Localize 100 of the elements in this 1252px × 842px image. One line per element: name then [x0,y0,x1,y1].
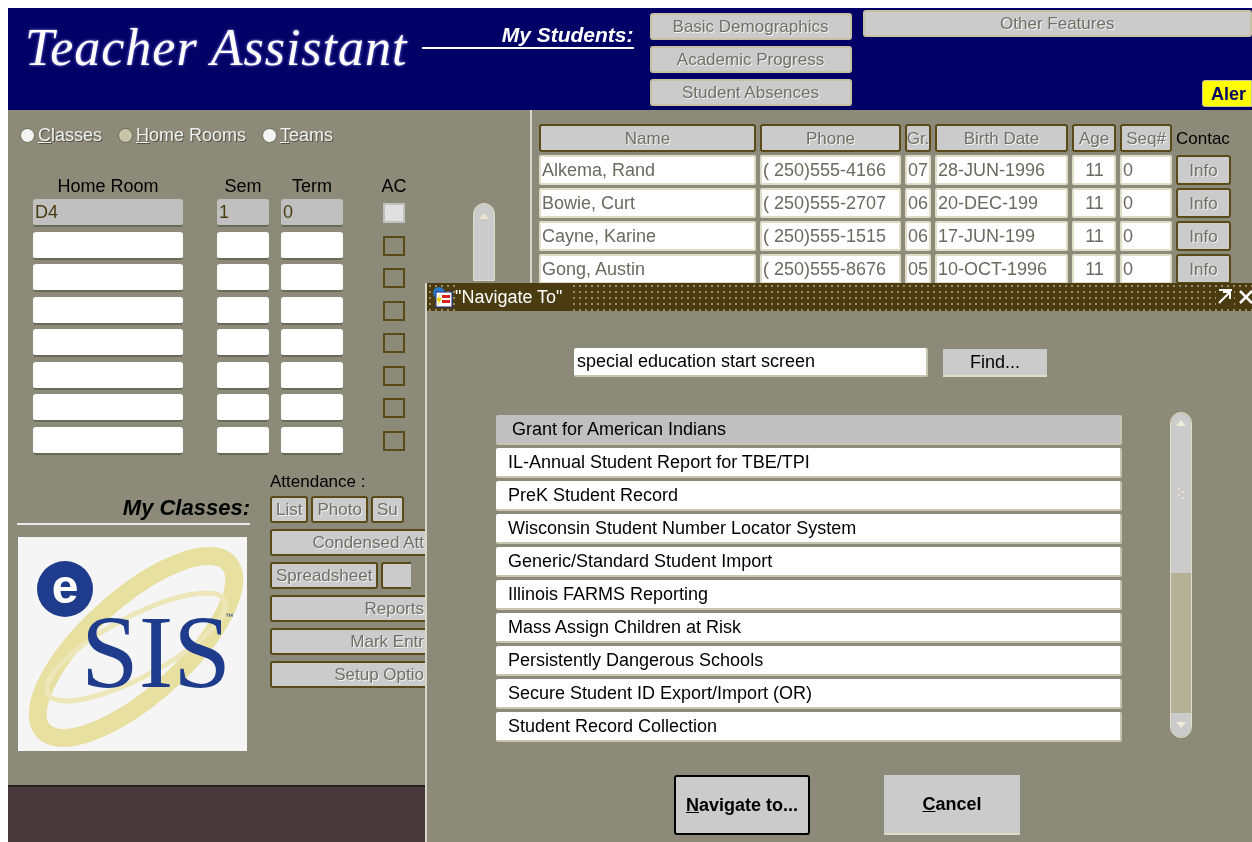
radio-label[interactable]: Teams [280,122,334,149]
list-item[interactable]: Mass Assign Children at Risk [496,613,1122,643]
table-cell: 20-DEC-199 [935,188,1068,218]
radio-label[interactable]: Home Rooms [136,122,247,149]
checkbox[interactable] [383,268,405,288]
column-header[interactable]: Seq# [1120,124,1172,152]
list-item[interactable]: IL-Annual Student Report for TBE/TPI [496,448,1122,478]
checkbox[interactable] [383,333,405,353]
table-cell: 17-JUN-199 [935,221,1068,251]
radio-button[interactable] [262,128,278,143]
input-field[interactable]: 0 [281,199,343,227]
find-button[interactable]: Find... [943,348,1047,377]
input-field[interactable] [33,231,183,260]
input-field[interactable] [33,394,183,422]
column-header[interactable]: Name [539,124,756,152]
table-cell: ( 250)555-8676 [760,254,901,284]
checkbox[interactable] [383,430,405,451]
input-field[interactable] [217,264,269,292]
table-cell: 10-OCT-1996 [935,254,1068,284]
attendance-button[interactable]: Photo [311,495,368,523]
column-header: AC [381,177,407,195]
attendance-button[interactable]: Spreadsheet [270,561,379,589]
checkbox[interactable] [383,365,405,386]
input-field[interactable]: 1 [217,199,269,227]
attendance-button[interactable]: Condensed Att [270,528,425,556]
input-field[interactable] [281,264,343,292]
input-field[interactable] [281,329,343,357]
input-field[interactable] [33,426,183,455]
attendance-button[interactable] [381,561,412,589]
input-field[interactable] [33,329,183,357]
table-cell: Cayne, Karine [539,221,756,251]
search-field[interactable]: special education start screen [574,348,928,377]
info-button[interactable]: Info [1176,254,1231,284]
info-button[interactable]: Info [1176,221,1231,251]
app-icon [431,286,453,308]
input-field[interactable] [217,394,269,422]
table-cell: 28-JUN-1996 [935,155,1068,185]
list-item[interactable]: Wisconsin Student Number Locator System [496,514,1122,544]
radio-button[interactable] [20,128,35,143]
checkbox[interactable] [383,398,405,418]
column-header[interactable]: Birth Date [935,124,1068,152]
column-header[interactable]: Age [1072,124,1116,152]
list-item[interactable]: Student Record Collection [496,712,1122,742]
checkbox[interactable] [383,203,405,223]
table-cell: 11 [1072,221,1116,251]
info-button[interactable]: Info [1176,188,1231,218]
navigate-button[interactable]: Navigate to... [674,775,810,835]
attendance-button[interactable]: Reports [270,594,425,622]
close-icon[interactable] [1238,288,1252,306]
student-menu-button[interactable]: Academic Progress [649,46,852,73]
checkbox[interactable] [383,235,405,256]
cancel-button[interactable]: Cancel [884,775,1020,835]
input-field[interactable] [33,361,183,390]
list-item[interactable]: Grant for American Indians [496,415,1122,445]
input-field[interactable] [217,329,269,357]
column-header: Contac [1176,129,1230,147]
radio-button[interactable] [118,128,134,143]
input-field[interactable] [33,296,183,325]
input-field[interactable] [217,426,269,455]
attendance-button[interactable]: Su [370,495,404,523]
other-features-button[interactable]: Other Features [862,10,1252,37]
app-title: Teacher Assistant [25,22,408,74]
student-menu-button[interactable]: Student Absences [649,79,852,106]
list-item[interactable]: Generic/Standard Student Import [496,547,1122,577]
radio-label[interactable]: Classes [38,122,103,149]
table-cell: ( 250)555-1515 [760,221,901,251]
column-header[interactable]: Phone [760,124,901,152]
table-cell: 06 [905,188,931,218]
student-menu-button[interactable]: Basic Demographics [649,13,852,40]
list-item[interactable]: PreK Student Record [496,481,1122,511]
input-field[interactable] [281,296,343,325]
list-item[interactable]: Secure Student ID Export/Import (OR) [496,679,1122,709]
scrollbar[interactable] [1170,412,1192,738]
table-cell: ( 250)555-2707 [760,188,901,218]
input-field[interactable] [33,264,183,292]
table-cell: Gong, Austin [539,254,756,284]
my-students-label: My Students: [501,24,634,45]
input-field[interactable] [217,361,269,390]
input-field[interactable] [217,296,269,325]
checkbox[interactable] [383,300,405,321]
attendance-button[interactable]: List [270,495,309,523]
input-field[interactable] [281,426,343,455]
my-classes-label: My Classes: [122,496,250,519]
input-field[interactable] [281,231,343,260]
input-field[interactable] [281,394,343,422]
scrollbar[interactable] [473,203,495,281]
attendance-button[interactable]: Setup Optio [270,660,425,688]
list-item[interactable]: Persistently Dangerous Schools [496,646,1122,676]
input-field[interactable] [281,361,343,390]
maximize-icon[interactable] [1216,288,1234,306]
grip-icon[interactable] [1177,487,1185,501]
list-item[interactable]: Illinois FARMS Reporting [496,580,1122,610]
column-header[interactable]: Gr. [905,124,931,152]
alert-button[interactable]: Aler [1202,80,1252,107]
table-cell: 0 [1120,254,1172,284]
input-field[interactable] [217,231,269,260]
attendance-button[interactable]: Mark Entr [270,627,425,655]
input-field[interactable]: D4 [33,199,183,227]
info-button[interactable]: Info [1176,155,1231,185]
attendance-label: Attendance : [270,472,367,490]
